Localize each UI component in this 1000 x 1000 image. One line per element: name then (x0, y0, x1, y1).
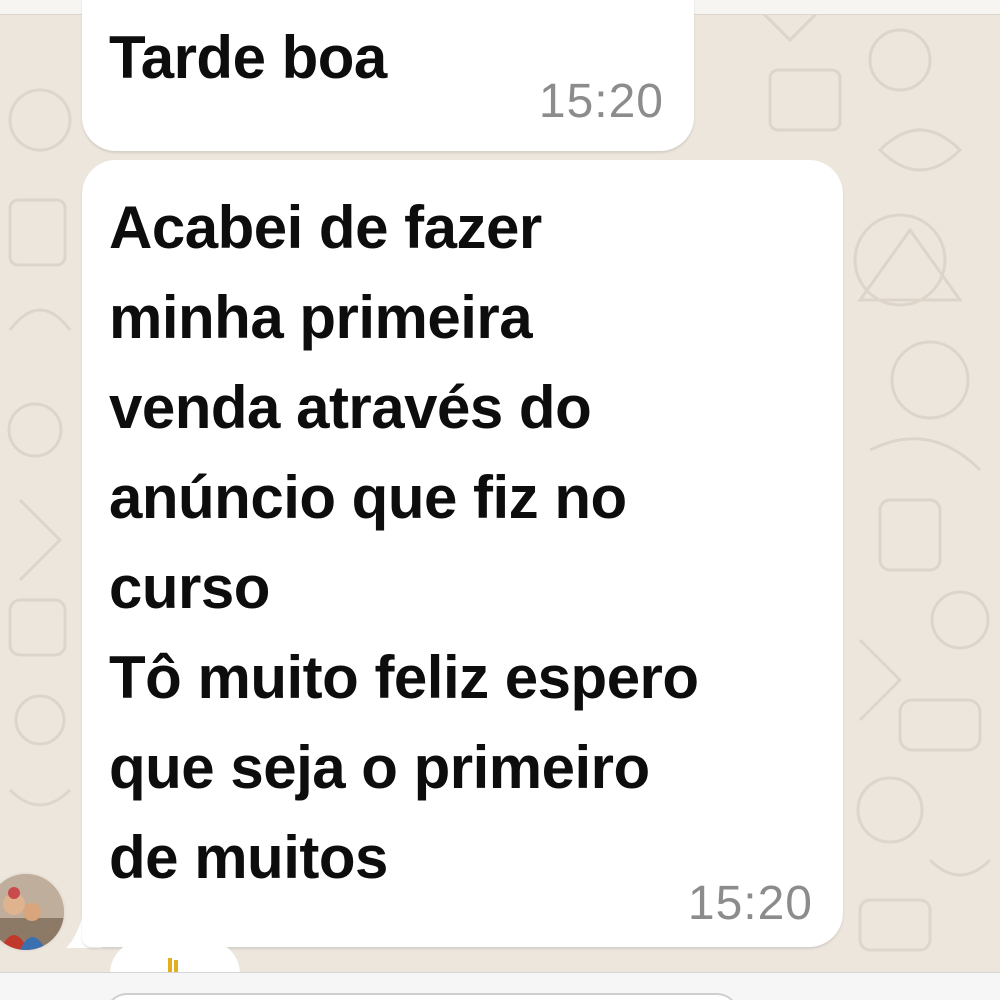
message-bubble[interactable]: Acabei de fazer minha primeira venda atr… (82, 160, 843, 947)
message-timestamp: 15:20 (538, 75, 664, 128)
message-text: Tarde boa (109, 24, 387, 91)
chat-screen: Tarde boa 15:20 Acabei de fazer minha pr… (0, 0, 1000, 1000)
user-avatar-photo-icon (0, 874, 64, 950)
message-bubble[interactable]: Tarde boa 15:20 (82, 0, 694, 151)
message-timestamp: 15:20 (687, 877, 813, 930)
message-input-bar (0, 972, 1000, 1000)
message-input[interactable] (105, 993, 739, 1000)
message-text: Acabei de fazer minha primeira venda atr… (109, 194, 699, 891)
